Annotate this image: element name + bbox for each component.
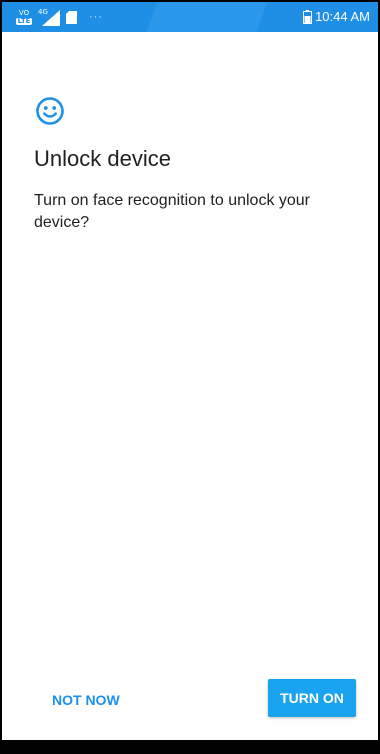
status-bar-shade (146, 2, 268, 32)
status-bar-left-icons: VO LTE 4G ··· (16, 8, 103, 26)
dialog-title: Unlock device (34, 146, 171, 171)
volte-label: VO (18, 8, 30, 17)
lte-label: LTE (16, 16, 32, 25)
not-now-button[interactable]: NOT NOW (42, 682, 122, 718)
screen: VO LTE 4G ··· 10:44 AM Unlock device Tur… (2, 2, 378, 740)
face-smile-icon (36, 97, 64, 125)
signal-bars-icon (42, 10, 60, 26)
turn-on-button[interactable]: TURN ON (268, 679, 356, 717)
dialog-description: Turn on face recognition to unlock your … (34, 192, 311, 231)
volte-icon: VO LTE (16, 8, 32, 25)
more-notifications-icon: ··· (89, 11, 103, 23)
sd-card-icon (66, 10, 77, 24)
battery-icon (303, 9, 313, 24)
signal-icon: 4G (38, 8, 60, 26)
status-bar-right: 10:44 AM (303, 9, 370, 24)
status-bar: VO LTE 4G ··· 10:44 AM (2, 2, 378, 32)
clock: 10:44 AM (315, 9, 370, 24)
